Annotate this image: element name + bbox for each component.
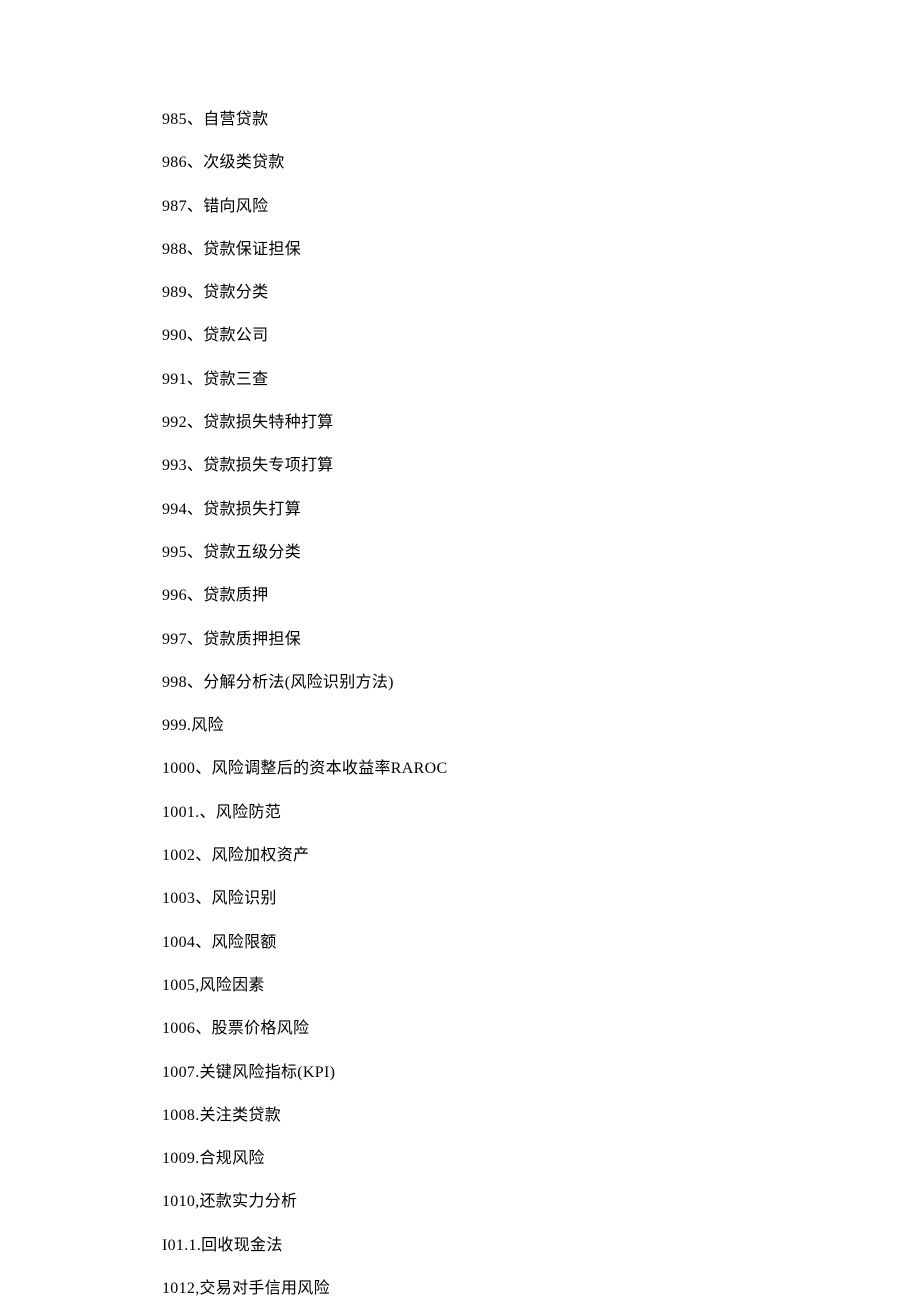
list-item: 1008.关注类贷款: [162, 1106, 920, 1127]
list-item: 1003、风险识别: [162, 889, 920, 910]
list-item: I01.1.回收现金法: [162, 1236, 920, 1257]
list-item: 1006、股票价格风险: [162, 1019, 920, 1040]
document-list: 985、自营贷款 986、次级类贷款 987、错向风险 988、贷款保证担保 9…: [162, 110, 920, 1300]
list-item: 989、贷款分类: [162, 283, 920, 304]
list-item: 1005,风险因素: [162, 976, 920, 997]
list-item: 997、贷款质押担保: [162, 630, 920, 651]
list-item: 993、贷款损失专项打算: [162, 456, 920, 477]
list-item: 999.风险: [162, 716, 920, 737]
list-item: 1004、风险限额: [162, 933, 920, 954]
list-item: 1010,还款实力分析: [162, 1192, 920, 1213]
list-item: 1001.、风险防范: [162, 803, 920, 824]
list-item: 990、贷款公司: [162, 326, 920, 347]
list-item: 994、贷款损失打算: [162, 500, 920, 521]
list-item: 991、贷款三查: [162, 370, 920, 391]
list-item: 985、自营贷款: [162, 110, 920, 131]
list-item: 1007.关键风险指标(KPI): [162, 1063, 920, 1084]
list-item: 1000、风险调整后的资本收益率RAROC: [162, 759, 920, 780]
list-item: 998、分解分析法(风险识别方法): [162, 673, 920, 694]
list-item: 996、贷款质押: [162, 586, 920, 607]
list-item: 992、贷款损失特种打算: [162, 413, 920, 434]
list-item: 995、贷款五级分类: [162, 543, 920, 564]
list-item: 987、错向风险: [162, 197, 920, 218]
list-item: 986、次级类贷款: [162, 153, 920, 174]
list-item: 1009.合规风险: [162, 1149, 920, 1170]
list-item: 1002、风险加权资产: [162, 846, 920, 867]
list-item: 1012,交易对手信用风险: [162, 1279, 920, 1300]
list-item: 988、贷款保证担保: [162, 240, 920, 261]
